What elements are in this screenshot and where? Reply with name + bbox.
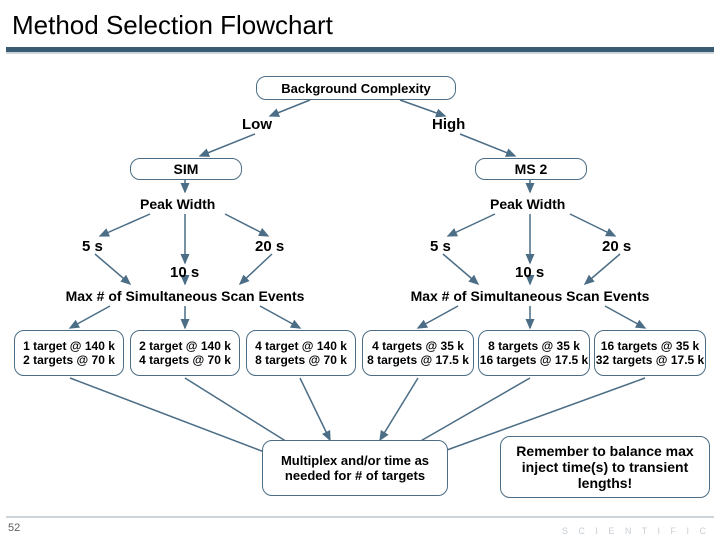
node-reminder: Remember to balance max inject time(s) t…	[500, 436, 710, 498]
left-col-3: 4 target @ 140 k 8 targets @ 70 k	[246, 330, 356, 376]
right-col-1-l2: 8 targets @ 17.5 k	[367, 353, 469, 367]
node-sim: SIM	[130, 158, 242, 180]
branch-low: Low	[242, 116, 272, 133]
right-10s: 10 s	[515, 264, 544, 281]
footer-brand: S C I E N T I F I C	[562, 526, 710, 536]
branch-high: High	[432, 116, 465, 133]
right-col-2-l1: 8 targets @ 35 k	[488, 339, 580, 353]
right-col-2: 8 targets @ 35 k 16 targets @ 17.5 k	[478, 330, 590, 376]
left-peak-width: Peak Width	[140, 196, 215, 212]
page-number: 52	[8, 522, 20, 534]
left-5s: 5 s	[82, 238, 103, 255]
right-peak-width: Peak Width	[490, 196, 565, 212]
left-scan-header: Max # of Simultaneous Scan Events	[45, 288, 325, 304]
right-col-3: 16 targets @ 35 k 32 targets @ 17.5 k	[594, 330, 706, 376]
left-col-3-l2: 8 targets @ 70 k	[255, 353, 347, 367]
right-col-1: 4 targets @ 35 k 8 targets @ 17.5 k	[362, 330, 474, 376]
node-multiplex: Multiplex and/or time as needed for # of…	[262, 440, 448, 496]
right-5s: 5 s	[430, 238, 451, 255]
left-10s: 10 s	[170, 264, 199, 281]
footer-rule	[6, 516, 714, 518]
right-col-2-l2: 16 targets @ 17.5 k	[480, 353, 588, 367]
node-background-complexity: Background Complexity	[256, 76, 456, 100]
right-col-3-l1: 16 targets @ 35 k	[601, 339, 699, 353]
left-col-1: 1 target @ 140 k 2 targets @ 70 k	[14, 330, 124, 376]
left-20s: 20 s	[255, 238, 284, 255]
right-col-1-l1: 4 targets @ 35 k	[372, 339, 464, 353]
page-title: Method Selection Flowchart	[0, 0, 720, 47]
left-col-1-l2: 2 targets @ 70 k	[23, 353, 115, 367]
right-20s: 20 s	[602, 238, 631, 255]
flowchart-canvas: Background Complexity Low High SIM Peak …	[0, 58, 720, 540]
right-scan-header: Max # of Simultaneous Scan Events	[390, 288, 670, 304]
left-col-2-l2: 4 targets @ 70 k	[139, 353, 231, 367]
header-rule-light	[6, 52, 714, 54]
left-col-3-l1: 4 target @ 140 k	[255, 339, 347, 353]
right-col-3-l2: 32 targets @ 17.5 k	[596, 353, 704, 367]
left-col-2-l1: 2 target @ 140 k	[139, 339, 231, 353]
left-col-1-l1: 1 target @ 140 k	[23, 339, 115, 353]
node-ms2: MS 2	[475, 158, 587, 180]
left-col-2: 2 target @ 140 k 4 targets @ 70 k	[130, 330, 240, 376]
